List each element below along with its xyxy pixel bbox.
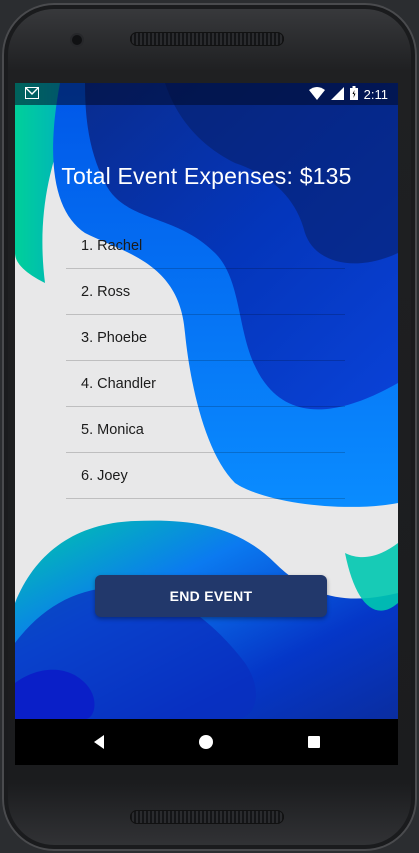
cell-signal-icon — [330, 86, 344, 103]
battery-icon — [349, 86, 358, 103]
list-item[interactable]: 5. Monica — [66, 407, 345, 453]
status-bar: 2:11 — [15, 83, 398, 105]
wifi-icon — [308, 86, 325, 103]
participant-list: 1. Rachel 2. Ross 3. Phoebe 4. Chandler … — [66, 223, 345, 499]
gmail-icon — [25, 87, 39, 102]
bottom-speaker — [130, 810, 284, 824]
list-item[interactable]: 3. Phoebe — [66, 315, 345, 361]
front-camera — [72, 35, 82, 45]
list-item[interactable]: 2. Ross — [66, 269, 345, 315]
screen: 2:11 Total Event Expenses: $135 1. Rache… — [15, 83, 398, 765]
list-item-label: 6. Joey — [81, 467, 128, 484]
end-event-button[interactable]: END EVENT — [95, 575, 327, 617]
navigation-bar — [15, 719, 398, 765]
recents-icon[interactable] — [303, 731, 325, 753]
list-item[interactable]: 1. Rachel — [66, 223, 345, 269]
status-time: 2:11 — [363, 87, 388, 102]
list-item-label: 3. Phoebe — [81, 329, 148, 346]
list-item[interactable]: 6. Joey — [66, 453, 345, 499]
back-icon[interactable] — [88, 731, 110, 753]
list-item-label: 2. Ross — [81, 283, 131, 300]
top-speaker — [130, 32, 284, 46]
list-item-label: 1. Rachel — [81, 237, 143, 254]
list-item-label: 5. Monica — [81, 421, 144, 438]
list-item[interactable]: 4. Chandler — [66, 361, 345, 407]
list-item-label: 4. Chandler — [81, 375, 156, 392]
home-icon[interactable] — [195, 731, 217, 753]
page-title: Total Event Expenses: $135 — [61, 163, 352, 189]
